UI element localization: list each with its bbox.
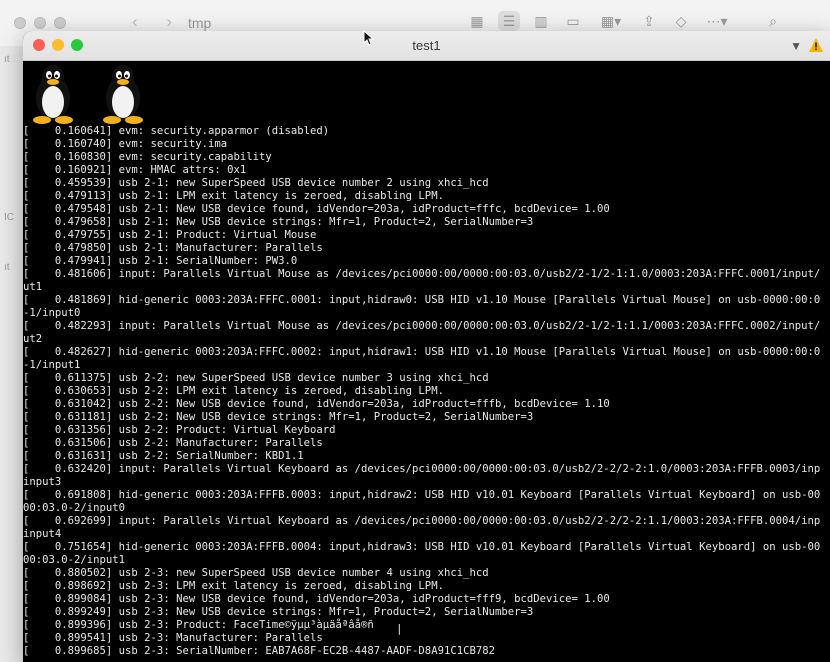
vm-console-window[interactable]: test1 ▼ [0.160641] evm: security.apparm… bbox=[23, 31, 830, 662]
console-line: [ 0.481606] input: Parallels Virtual Mou… bbox=[23, 268, 821, 280]
console-line: -1/input1 bbox=[23, 359, 81, 371]
console-line: [ 0.482293] input: Parallels Virtual Mou… bbox=[23, 320, 821, 332]
mouse-pointer-icon bbox=[363, 30, 375, 46]
console-line: [ 0.482627] hid-generic 0003:203A:FFFC.0… bbox=[23, 346, 821, 358]
warning-icon[interactable] bbox=[808, 37, 824, 53]
console-line: [ 0.631506] usb 2-2: Manufacturer: Paral… bbox=[23, 437, 323, 449]
console-line: [ 0.899084] usb 2-3: New USB device foun… bbox=[23, 593, 610, 605]
console-line: [ 0.898692] usb 2-3: LPM exit latency is… bbox=[23, 580, 444, 592]
console-line: [ 0.631042] usb 2-2: New USB device foun… bbox=[23, 398, 610, 410]
console-line: [ 0.899396] usb 2-3: Product: FaceTime©ÿ… bbox=[23, 619, 374, 631]
console-line: [ 0.479941] usb 2-1: SerialNumber: PW3.0 bbox=[23, 255, 298, 267]
console-line: [ 0.692699] input: Parallels Virtual Key… bbox=[23, 515, 821, 527]
console-line: [ 0.899249] usb 2-3: New USB device stri… bbox=[23, 606, 534, 618]
tux-icon bbox=[103, 65, 143, 124]
console-line: ut2 bbox=[23, 333, 43, 345]
console-line: [ 0.479658] usb 2-1: New USB device stri… bbox=[23, 216, 534, 228]
finder-title: tmp bbox=[188, 15, 212, 31]
tux-icon bbox=[33, 65, 73, 124]
console-line: [ 0.611375] usb 2-2: new SuperSpeed USB … bbox=[23, 372, 489, 384]
finder-zoom-button[interactable] bbox=[54, 17, 66, 29]
console-line: input4 bbox=[23, 528, 62, 540]
finder-view-tools: ▦ ☰ ▥ ▭ ▦▾ ⇪ ◇ ⋯▾ ⌕ bbox=[466, 11, 784, 31]
boot-logo bbox=[28, 62, 148, 124]
console-line: [ 0.160830] evm: security.capability bbox=[23, 151, 272, 163]
finder-close-button[interactable] bbox=[14, 17, 26, 29]
sidebar-mark: ıt bbox=[4, 54, 10, 65]
search-icon[interactable]: ⌕ bbox=[762, 11, 784, 31]
console-line: -1/input0 bbox=[23, 307, 81, 319]
console-line: [ 0.481869] hid-generic 0003:203A:FFFC.0… bbox=[23, 294, 821, 306]
console-line: [ 0.631356] usb 2-2: Product: Virtual Ke… bbox=[23, 424, 336, 436]
console-line: [ 0.630653] usb 2-2: LPM exit latency is… bbox=[23, 385, 444, 397]
finder-back-forward[interactable]: ‹ › bbox=[132, 12, 184, 32]
icon-view-icon[interactable]: ▦ bbox=[466, 11, 488, 31]
vm-titlebar[interactable]: test1 ▼ bbox=[23, 31, 830, 61]
console-line: [ 0.751654] hid-generic 0003:203A:FFFB.0… bbox=[23, 541, 821, 553]
share-icon[interactable]: ⇪ bbox=[638, 11, 660, 31]
column-view-icon[interactable]: ▥ bbox=[530, 11, 552, 31]
console-line: [ 0.160921] evm: HMAC attrs: 0x1 bbox=[23, 164, 247, 176]
console-line: [ 0.160740] evm: security.ima bbox=[23, 138, 228, 150]
console-line: [ 0.631631] usb 2-2: SerialNumber: KBD1.… bbox=[23, 450, 304, 462]
gallery-view-icon[interactable]: ▭ bbox=[562, 11, 584, 31]
text-cursor: | bbox=[396, 622, 403, 635]
console-line: [ 0.479113] usb 2-1: LPM exit latency is… bbox=[23, 190, 444, 202]
finder-traffic-lights bbox=[14, 17, 66, 29]
finder-minimize-button[interactable] bbox=[34, 17, 46, 29]
console-line: [ 0.631181] usb 2-2: New USB device stri… bbox=[23, 411, 534, 423]
console-line: [ 0.479548] usb 2-1: New USB device foun… bbox=[23, 203, 610, 215]
console-output[interactable]: [ 0.160641] evm: security.apparmor (disa… bbox=[23, 125, 830, 658]
console-line: 00:03.0-2/input0 bbox=[23, 502, 126, 514]
console-line: [ 0.880502] usb 2-3: new SuperSpeed USB … bbox=[23, 567, 489, 579]
console-line: input3 bbox=[23, 476, 62, 488]
console-line: [ 0.899541] usb 2-3: Manufacturer: Paral… bbox=[23, 632, 323, 644]
console-line: [ 0.479755] usb 2-1: Product: Virtual Mo… bbox=[23, 229, 317, 241]
sidebar-mark: IC bbox=[4, 212, 14, 223]
console-line: [ 0.691808] hid-generic 0003:203A:FFFB.0… bbox=[23, 489, 821, 501]
console-line: [ 0.479850] usb 2-1: Manufacturer: Paral… bbox=[23, 242, 323, 254]
sidebar-mark: ıt bbox=[4, 262, 10, 273]
more-icon[interactable]: ⋯▾ bbox=[702, 11, 732, 31]
console-line: [ 0.459539] usb 2-1: new SuperSpeed USB … bbox=[23, 177, 489, 189]
tag-icon[interactable]: ◇ bbox=[670, 11, 692, 31]
console-line: [ 0.899685] usb 2-3: SerialNumber: EAB7A… bbox=[23, 645, 495, 657]
window-title: test1 bbox=[412, 38, 441, 53]
group-icon[interactable]: ▦▾ bbox=[594, 11, 628, 31]
console-line: [ 0.160641] evm: security.apparmor (disa… bbox=[23, 125, 330, 137]
chevron-down-icon[interactable]: ▼ bbox=[790, 39, 802, 53]
list-view-icon[interactable]: ☰ bbox=[498, 11, 520, 31]
console-line: [ 0.632420] input: Parallels Virtual Key… bbox=[23, 463, 821, 475]
console-line: ut1 bbox=[23, 281, 43, 293]
console-line: 00:03.0-2/input1 bbox=[23, 554, 126, 566]
finder-sidebar: ıt IC ıt bbox=[0, 46, 24, 662]
